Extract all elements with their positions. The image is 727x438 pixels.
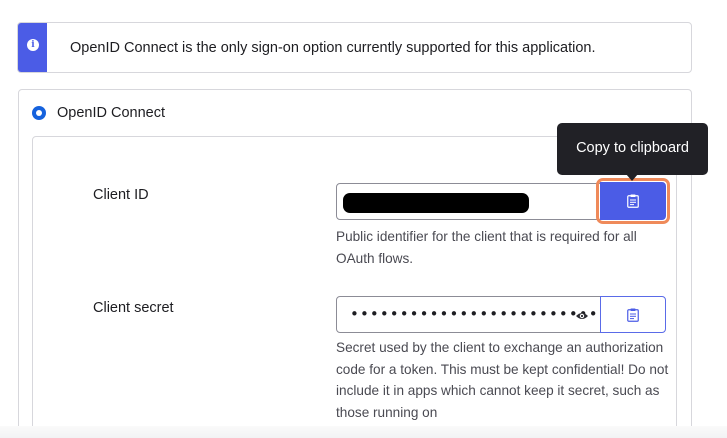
info-banner: i OpenID Connect is the only sign-on opt… xyxy=(17,22,692,73)
client-id-field[interactable] xyxy=(336,183,601,220)
client-secret-help: Secret used by the client to exchange an… xyxy=(336,340,669,420)
openid-connect-radio[interactable] xyxy=(32,106,46,120)
client-secret-field[interactable]: •••••••••••••••••••••••••••• xyxy=(336,296,627,333)
openid-connect-label[interactable]: OpenID Connect xyxy=(57,105,165,121)
client-id-help: Public identifier for the client that is… xyxy=(336,229,637,266)
bottom-fade xyxy=(0,426,727,438)
tooltip-arrow xyxy=(626,174,638,181)
copy-client-secret-button[interactable] xyxy=(600,296,666,333)
page: i OpenID Connect is the only sign-on opt… xyxy=(0,0,727,438)
copy-client-id-button[interactable] xyxy=(600,182,666,220)
info-icon: i xyxy=(27,39,39,51)
client-id-label: Client ID xyxy=(93,187,149,203)
clipboard-icon xyxy=(627,308,639,322)
redacted-client-id xyxy=(343,193,529,213)
banner-stripe: i xyxy=(18,23,47,72)
client-secret-label: Client secret xyxy=(93,300,174,316)
eye-icon[interactable] xyxy=(575,310,589,322)
clipboard-icon xyxy=(627,194,639,208)
radio-dot xyxy=(36,110,42,116)
banner-message: OpenID Connect is the only sign-on optio… xyxy=(70,40,596,56)
copy-tooltip: Copy to clipboard xyxy=(557,123,708,175)
